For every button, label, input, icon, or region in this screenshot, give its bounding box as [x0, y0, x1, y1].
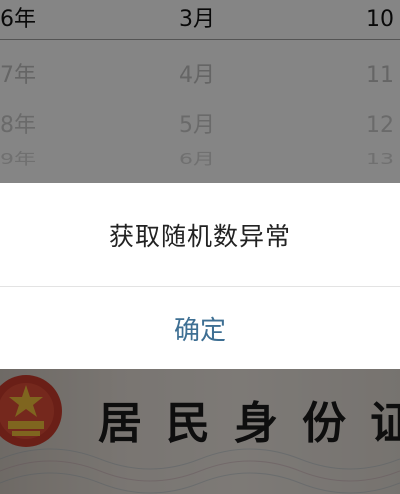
- modal-scrim[interactable]: [0, 369, 400, 494]
- confirm-button[interactable]: 确定: [0, 287, 400, 369]
- alert-dialog: 获取随机数异常 确定: [0, 183, 400, 369]
- dialog-message: 获取随机数异常: [108, 221, 291, 251]
- modal-scrim[interactable]: [0, 0, 400, 183]
